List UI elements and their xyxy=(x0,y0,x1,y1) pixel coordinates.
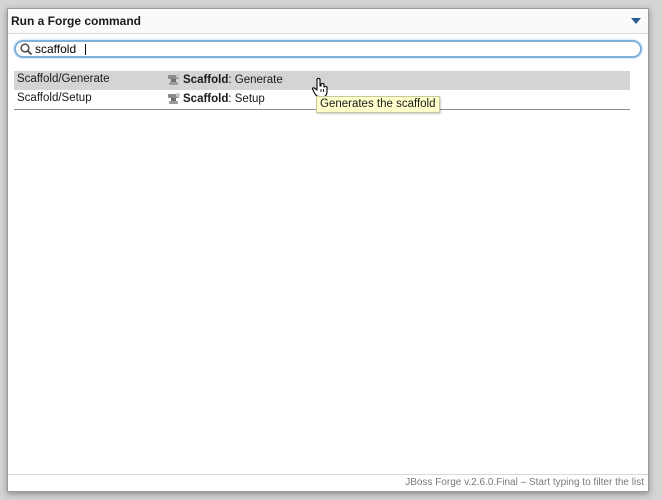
command-label: Scaffold: Generate xyxy=(166,72,283,88)
forge-anvil-icon xyxy=(168,74,180,85)
search-icon xyxy=(20,43,33,56)
search-input[interactable] xyxy=(35,42,625,56)
command-action: Setup xyxy=(234,93,265,105)
status-text: JBoss Forge v.2.6.0.Final – Start typing… xyxy=(405,477,644,488)
text-caret xyxy=(85,44,86,55)
command-name: Scaffold/Generate xyxy=(17,73,110,85)
chevron-down-icon[interactable] xyxy=(630,16,642,26)
command-category: Scaffold xyxy=(183,93,229,105)
forge-anvil-icon xyxy=(168,93,180,104)
forge-command-dialog: Run a Forge command Scaffold/Generate Sc… xyxy=(7,8,649,492)
search-field[interactable] xyxy=(14,40,642,58)
command-category: Scaffold xyxy=(183,74,229,86)
command-action: Generate xyxy=(234,74,283,86)
command-name: Scaffold/Setup xyxy=(17,92,92,104)
command-tooltip: Generates the scaffold xyxy=(316,96,440,113)
command-label: Scaffold: Setup xyxy=(166,91,265,107)
dialog-title: Run a Forge command xyxy=(11,14,142,28)
status-bar: JBoss Forge v.2.6.0.Final – Start typing… xyxy=(8,474,648,491)
dialog-header: Run a Forge command xyxy=(8,9,648,34)
